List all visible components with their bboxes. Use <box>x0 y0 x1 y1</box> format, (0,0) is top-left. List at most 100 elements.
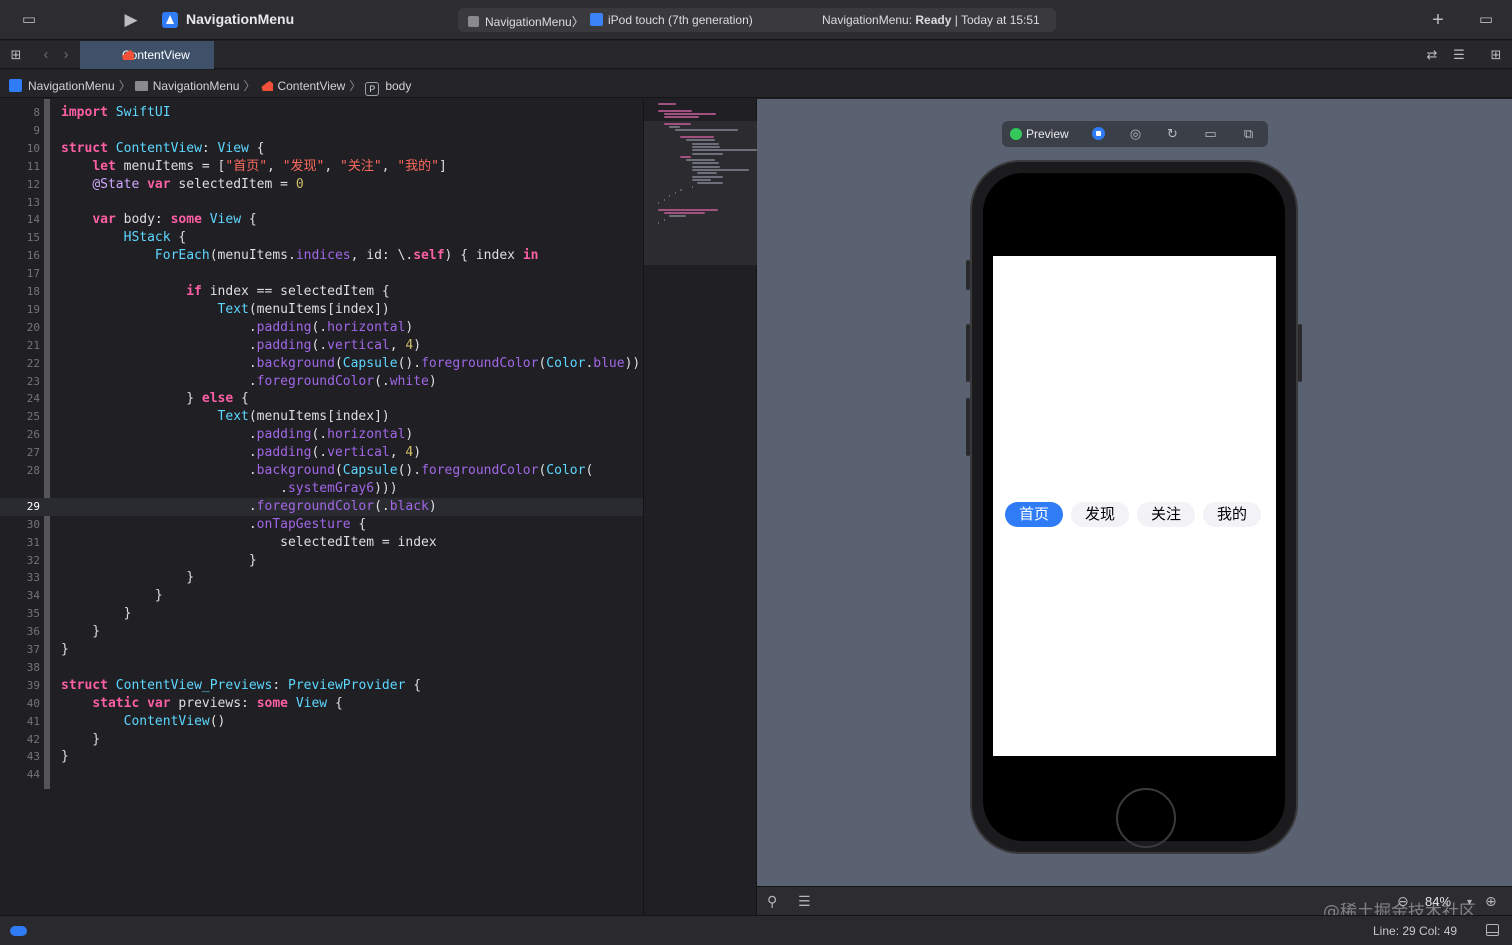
jump-item-symbol[interactable]: body <box>385 79 411 93</box>
zoom-in-icon[interactable]: ⊕ <box>1485 893 1497 909</box>
code-line[interactable]: 34 } <box>0 587 643 605</box>
code-line[interactable]: 40 static var previews: some View { <box>0 695 643 713</box>
inspect-preview-icon[interactable]: ◎ <box>1128 126 1143 141</box>
menu-item[interactable]: 发现 <box>1071 502 1130 527</box>
source-editor[interactable]: 8 import SwiftUI 9 10 struct ContentView: Vi… <box>0 99 643 915</box>
code-line[interactable]: 15 HStack { <box>0 229 643 247</box>
code-line[interactable]: 33 } <box>0 569 643 587</box>
tab-contentview[interactable]: ContentView <box>80 41 214 69</box>
duplicate-preview-icon[interactable]: ⧉ <box>1241 126 1256 141</box>
device-settings-icon[interactable]: ▭ <box>1203 126 1218 141</box>
line-number: 13 <box>26 195 40 209</box>
menu-item[interactable]: 我的 <box>1203 502 1262 527</box>
add-editor-icon[interactable]: ⊞ <box>1486 35 1506 75</box>
menu-item[interactable]: 首页 <box>1005 502 1064 527</box>
code-line[interactable]: 25 Text(menuItems[index]) <box>0 408 643 426</box>
rotate-icon[interactable]: ↻ <box>1165 126 1180 141</box>
code-line[interactable]: 17 <box>0 265 643 283</box>
variants-icon[interactable]: ☰ <box>798 893 811 909</box>
related-items-icon[interactable]: ⇄ <box>1422 35 1442 75</box>
jump-item-group[interactable]: NavigationMenu <box>153 79 240 93</box>
scheme-selector[interactable]: NavigationMenu〉 <box>468 13 584 30</box>
minimap-line <box>686 139 715 142</box>
code-line[interactable]: 24 } else { <box>0 390 643 408</box>
cursor-position: Line: 29 Col: 49 <box>1373 924 1458 938</box>
status-bar: Line: 29 Col: 49 <box>0 915 1512 945</box>
code-line[interactable]: 42 } <box>0 731 643 749</box>
live-preview-icon[interactable] <box>1092 127 1105 140</box>
code-line[interactable]: 39 struct ContentView_Previews: PreviewPr… <box>0 677 643 695</box>
preview-status-dot <box>1010 128 1022 140</box>
code-line[interactable]: 10 struct ContentView: View { <box>0 140 643 158</box>
line-source: static var previews: some View { <box>92 695 343 711</box>
menu-item[interactable]: 关注 <box>1137 502 1196 527</box>
line-source: } <box>61 642 69 657</box>
code-line[interactable]: 19 Text(menuItems[index]) <box>0 301 643 319</box>
minimap-line <box>691 149 757 152</box>
code-line[interactable]: 9 <box>0 122 643 140</box>
device-selector[interactable]: iPod touch (7th generation) <box>590 13 753 27</box>
code-line[interactable]: 30 .onTapGesture { <box>0 516 643 534</box>
line-number: 23 <box>26 374 40 388</box>
line-number: 10 <box>26 141 40 155</box>
code-line[interactable]: 13 <box>0 194 643 212</box>
pin-icon[interactable]: ⚲ <box>767 893 777 909</box>
line-number: 14 <box>26 213 40 227</box>
line-number: 35 <box>26 607 40 621</box>
code-line[interactable]: 37} <box>0 641 643 659</box>
code-line[interactable]: 44 <box>0 766 643 784</box>
code-line[interactable]: 23 .foregroundColor(.white) <box>0 373 643 391</box>
code-line[interactable]: 11 let menuItems = ["首页", "发现", "关注", "我… <box>0 158 643 176</box>
play-icon[interactable]: ▶ <box>118 0 144 40</box>
code-line[interactable]: 14 var body: some View { <box>0 211 643 229</box>
debug-area-toggle-icon[interactable] <box>10 926 27 936</box>
home-button <box>1116 788 1176 848</box>
jump-item-file[interactable]: ContentView <box>277 79 345 93</box>
code-line[interactable]: 21 .padding(.vertical, 4) <box>0 337 643 355</box>
code-line[interactable]: 16 ForEach(menuItems.indices, id: \.self… <box>0 247 643 265</box>
code-line[interactable]: 36 } <box>0 623 643 641</box>
zoom-level[interactable]: 84% <box>1425 894 1451 909</box>
code-line[interactable]: 28 .background(Capsule().foregroundColor… <box>0 462 643 480</box>
code-line[interactable]: 29 .foregroundColor(.black) <box>0 497 643 516</box>
jump-bar: NavigationMenu 〉 NavigationMenu 〉 ContentVie… <box>0 70 1512 98</box>
zoom-dropdown-icon[interactable]: ▾ <box>1467 895 1472 911</box>
minimap[interactable] <box>643 99 758 915</box>
jump-item-project[interactable]: NavigationMenu <box>28 79 115 93</box>
zoom-out-icon[interactable]: ⊖ <box>1397 893 1409 909</box>
activity-view[interactable]: NavigationMenu〉 iPod touch (7th generati… <box>458 8 1056 32</box>
line-number: 15 <box>26 231 40 245</box>
code-line[interactable]: 18 if index == selectedItem { <box>0 283 643 301</box>
line-source: var body: some View { <box>92 212 257 228</box>
navigation-menu: 首页 发现 关注 我的 <box>1005 502 1262 527</box>
code-line[interactable]: 27 .padding(.vertical, 4) <box>0 444 643 462</box>
code-line[interactable]: 12 @State var selectedItem = 0 <box>0 176 643 194</box>
line-number: 8 <box>33 106 40 119</box>
inspector-toggle-icon[interactable]: ▭ <box>1472 0 1500 40</box>
navigator-toggle-icon[interactable]: ▭ <box>16 0 42 40</box>
code-line[interactable]: 31 selectedItem = index <box>0 534 643 552</box>
add-icon[interactable]: + <box>1425 0 1451 40</box>
grid-icon[interactable]: ⊞ <box>6 35 26 75</box>
panel-toggle-icon[interactable] <box>1486 924 1499 936</box>
code-line[interactable]: 8 import SwiftUI <box>0 104 643 122</box>
code-line[interactable]: 20 .padding(.horizontal) <box>0 319 643 337</box>
path-separator: 〉 <box>118 79 131 93</box>
minimap-line <box>680 188 682 191</box>
line-source: struct ContentView: View { <box>61 140 265 156</box>
code-line[interactable]: 32 } <box>0 552 643 570</box>
code-line[interactable]: 41 ContentView() <box>0 713 643 731</box>
code-line[interactable]: 22 .background(Capsule().foregroundColor… <box>0 355 643 373</box>
toolbar: ▭ ▶ NavigationMenu NavigationMenu〉 iPod … <box>0 0 1512 40</box>
volume-down-button <box>966 398 970 456</box>
forward-icon[interactable]: › <box>58 35 74 75</box>
code-line[interactable]: 26 .padding(.horizontal) <box>0 426 643 444</box>
code-line[interactable]: 38 <box>0 659 643 677</box>
line-number: 18 <box>26 285 40 298</box>
editor-options-icon[interactable]: ☰ <box>1448 35 1470 75</box>
code-line[interactable]: .systemGray6))) <box>0 480 643 498</box>
code-line[interactable]: 35 } <box>0 605 643 623</box>
line-number: 19 <box>26 302 40 316</box>
back-icon[interactable]: ‹ <box>38 35 54 75</box>
code-line[interactable]: 43} <box>0 748 643 766</box>
